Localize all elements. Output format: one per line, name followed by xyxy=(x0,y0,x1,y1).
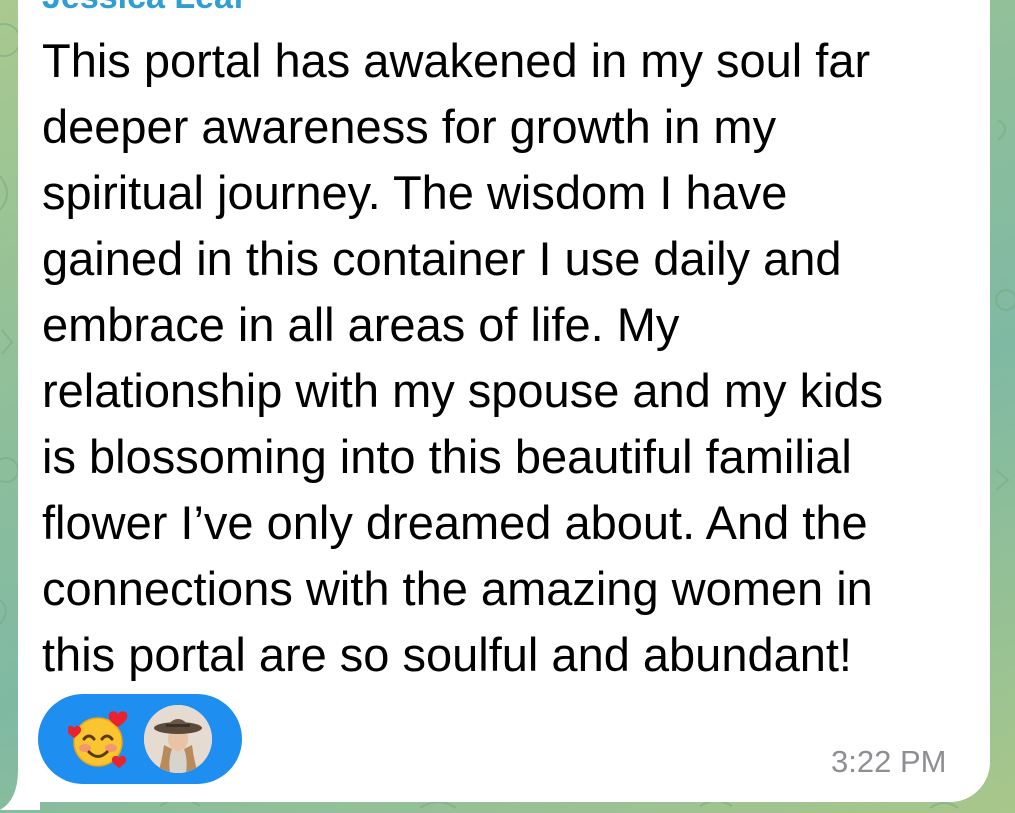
bubble-tail-icon xyxy=(0,770,40,810)
message-line: deeper awareness for growth in my xyxy=(42,100,777,153)
avatar[interactable] xyxy=(144,705,212,773)
smiling-face-with-hearts-icon xyxy=(68,711,128,768)
message-line: embrace in all areas of life. My xyxy=(42,298,680,351)
message-line: flower I’ve only dreamed about. And the xyxy=(42,496,868,549)
message-line: is blossoming into this beautiful famili… xyxy=(42,430,852,483)
reaction-button[interactable] xyxy=(38,694,242,784)
message-timestamp: 3:22 PM xyxy=(831,744,947,779)
message-line: gained in this container I use daily and xyxy=(42,232,842,285)
message-line: spiritual journey. The wisdom I have xyxy=(42,166,788,219)
avatar-woman-with-hat-icon xyxy=(144,705,212,773)
message-text: This portal has awakened in my soul far … xyxy=(42,28,982,688)
message-line: this portal are so soulful and abundant! xyxy=(42,628,852,681)
message-line: connections with the amazing women in xyxy=(42,562,873,615)
message-line: relationship with my spouse and my kids xyxy=(42,364,884,417)
sender-name[interactable]: Jessica Leaf xyxy=(42,0,244,17)
message-line: This portal has awakened in my soul far xyxy=(42,34,871,87)
